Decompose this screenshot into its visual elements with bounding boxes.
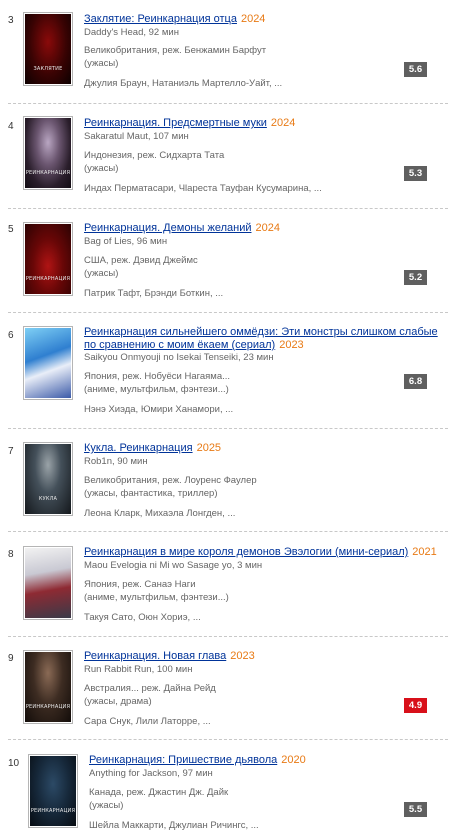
rating-badge: 5.2 (404, 270, 427, 285)
genres: (ужасы) (84, 58, 119, 69)
movie-year: 2024 (240, 13, 266, 25)
movie-year: 2023 (279, 339, 304, 351)
poster-caption: РЕИНКАРНАЦИЯ (25, 170, 71, 176)
movie-year: 2024 (270, 117, 296, 129)
cast: Патрик Тафт, Брэнди Боткин, ... (84, 288, 224, 299)
country-director: США, реж. Дэвид Джеймс (84, 255, 198, 266)
poster-image[interactable]: КУКЛА (23, 442, 73, 516)
divider (8, 103, 448, 104)
rating-badge: 5.3 (404, 166, 427, 181)
item-number: 10 (8, 758, 20, 769)
movie-year: 2024 (255, 222, 280, 234)
movie-year: 2025 (196, 442, 222, 454)
original-title: Bag of Lies, 96 мин (84, 236, 168, 247)
poster-image[interactable] (23, 326, 73, 400)
country-director: Великобритания, реж. Лоуренс Фаулер (84, 475, 257, 486)
item-number: 9 (8, 653, 14, 664)
poster-caption: РЕИНКАРНАЦИЯ (30, 808, 76, 814)
genres: (ужасы) (89, 800, 124, 811)
poster-caption: КУКЛА (38, 496, 58, 502)
poster-image[interactable]: РЕИНКАРНАЦИЯ (23, 650, 73, 724)
movie-title-link[interactable]: Кукла. Реинкарнация (84, 442, 193, 454)
poster-caption: ЗАКЛЯТИЕ (33, 66, 63, 72)
country-director: Великобритания, реж. Бенжамин Барфут (84, 45, 267, 56)
item-number: 3 (8, 15, 14, 26)
poster-image[interactable]: РЕИНКАРНАЦИЯ (23, 116, 73, 190)
movie-title-link[interactable]: Реинкарнация. Демоны желаний (84, 222, 251, 234)
rating-badge: 5.5 (404, 802, 427, 817)
genres: (ужасы) (84, 163, 119, 174)
original-title: Daddy's Head, 92 мин (84, 27, 179, 38)
poster-image[interactable]: РЕИНКАРНАЦИЯ (23, 222, 73, 296)
rating-badge: 5.6 (404, 62, 427, 77)
divider (8, 208, 448, 209)
original-title: Run Rabbit Run, 100 мин (84, 664, 193, 675)
poster-image[interactable]: РЕИНКАРНАЦИЯ (28, 754, 78, 828)
country-director: Индонезия, реж. Сидхарта Тата (84, 150, 225, 161)
country-director: Канада, реж. Джастин Дж. Дайк (89, 787, 229, 798)
genres: (ужасы) (84, 268, 119, 279)
poster-caption: РЕИНКАРНАЦИЯ (25, 276, 71, 282)
poster-caption: РЕИНКАРНАЦИЯ (25, 704, 71, 710)
item-number: 7 (8, 446, 14, 457)
country-director: Япония, реж. Нобуёси Нагаяма... (84, 371, 231, 382)
original-title: Sakaratul Maut, 107 мин (84, 131, 189, 142)
movie-title-link[interactable]: Реинкарнация. Предсмертные муки (84, 117, 267, 129)
movie-title-link[interactable]: Заклятие: Реинкарнация отца (84, 13, 237, 25)
poster-image[interactable]: ЗАКЛЯТИЕ (23, 12, 73, 86)
poster-image[interactable] (23, 546, 73, 620)
rating-badge: 4.9 (404, 698, 427, 713)
divider (8, 739, 448, 740)
genres: (аниме, мультфильм, фэнтези...) (84, 384, 229, 395)
cast: Сара Снук, Лили Латорре, ... (84, 716, 211, 727)
rating-badge: 6.8 (404, 374, 427, 389)
movie-title-link[interactable]: Реинкарнация сильнейшего оммёдзи: Эти мо… (84, 326, 438, 351)
divider (8, 312, 448, 313)
genres: (аниме, мультфильм, фэнтези...) (84, 592, 229, 603)
original-title: Anything for Jackson, 97 мин (89, 768, 213, 779)
movie-year: 2020 (281, 754, 306, 766)
country-director: Австралия... реж. Дайна Рейд (84, 683, 216, 694)
divider (8, 636, 448, 637)
item-number: 6 (8, 330, 14, 341)
item-number: 5 (8, 224, 14, 235)
divider (8, 531, 448, 532)
item-number: 4 (8, 121, 14, 132)
movie-year: 2023 (230, 650, 255, 662)
cast: Индах Перматасари, Чlaреста Тауфан Кусум… (84, 183, 322, 194)
original-title: Saikyou Onmyouji no Isekai Tenseiki, 23 … (84, 352, 274, 363)
movie-title-link[interactable]: Реинкарнация в мире короля демонов Эвэло… (84, 546, 408, 558)
original-title: Rob1n, 90 мин (84, 456, 148, 467)
cast: Такуя Сато, Оюн Хориэ, ... (84, 612, 201, 623)
country-director: Япония, реж. Санаэ Наги (84, 579, 196, 590)
movie-title-link[interactable]: Реинкарнация: Пришествие дьявола (89, 754, 277, 766)
movie-title-link[interactable]: Реинкарнация. Новая глава (84, 650, 226, 662)
cast: Джулия Браун, Натаниэль Мартелло-Уайт, .… (84, 78, 283, 89)
cast: Нэнэ Хиэда, Юмири Ханамори, ... (84, 404, 234, 415)
divider (8, 428, 448, 429)
cast: Леона Кларк, Михаэла Лонгден, ... (84, 508, 236, 519)
genres: (ужасы, фантастика, триллер) (84, 488, 218, 499)
item-number: 8 (8, 549, 14, 560)
original-title: Maou Evelogia ni Mi wo Sasage yo, 3 мин (84, 560, 263, 571)
genres: (ужасы, драма) (84, 696, 152, 707)
movie-year: 2021 (412, 546, 437, 558)
cast: Шейла Маккарти, Джулиан Ричингс, ... (89, 820, 259, 831)
